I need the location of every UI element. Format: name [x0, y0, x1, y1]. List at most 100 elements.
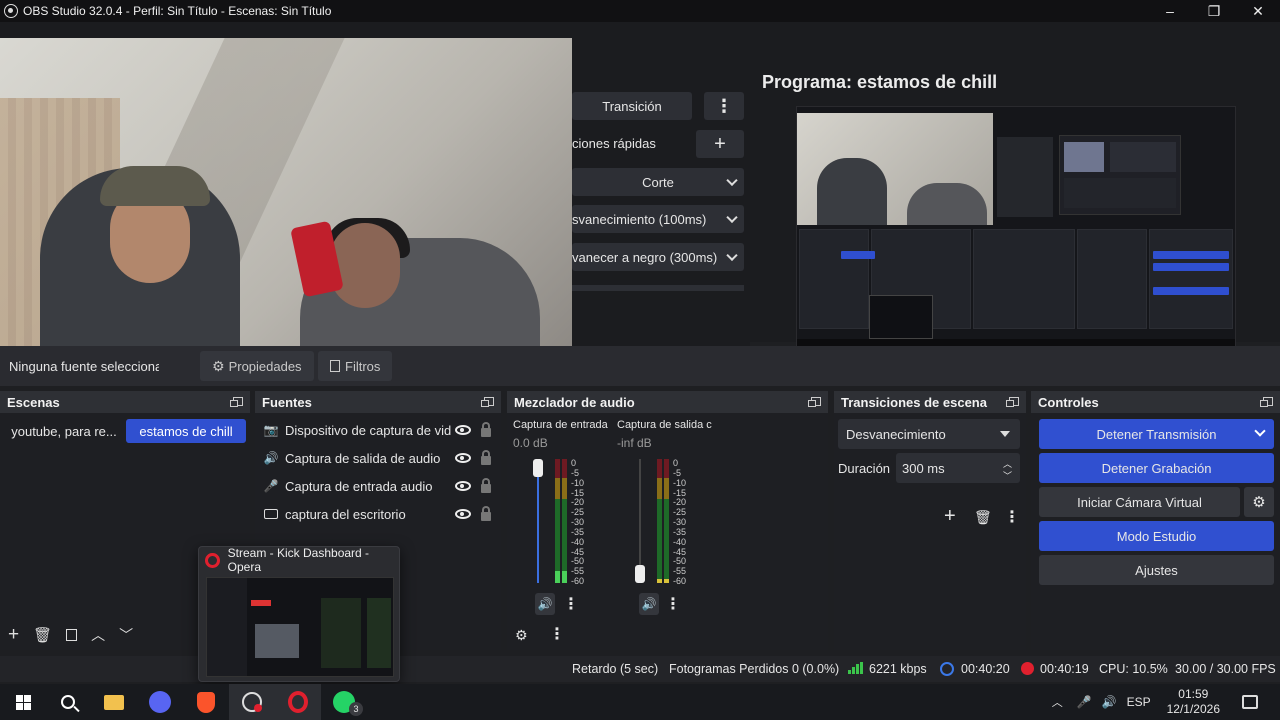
close-button[interactable]: ✕: [1236, 0, 1280, 22]
opera-icon: [205, 552, 220, 568]
streaming-icon: [940, 662, 954, 676]
scene-filters-icon[interactable]: [66, 629, 78, 641]
fader-handle[interactable]: [533, 459, 543, 477]
taskbar-preview-popup[interactable]: Stream - Kick Dashboard - Opera: [198, 546, 400, 682]
lock-icon[interactable]: [481, 450, 491, 465]
source-toolbar: Ninguna fuente seleccionada ⚙Propiedades…: [0, 346, 1280, 386]
lock-icon[interactable]: [481, 422, 491, 437]
language-indicator[interactable]: ESP: [1127, 695, 1151, 709]
move-up-icon[interactable]: ︿: [91, 625, 105, 645]
settings-button[interactable]: Ajustes: [1039, 555, 1274, 585]
start-virtual-camera-button[interactable]: Iniciar Cámara Virtual: [1039, 487, 1240, 517]
program-preview[interactable]: [796, 106, 1236, 354]
quick-transition-fade[interactable]: svanecimiento (100ms): [572, 205, 744, 233]
notifications-icon[interactable]: [1242, 695, 1258, 709]
scene-item-active[interactable]: estamos de chill: [126, 419, 246, 443]
duration-value: 300 ms: [902, 460, 945, 476]
mixer-channel: Captura de entrada 0.0 dB: [513, 419, 611, 450]
webcam-preview[interactable]: [0, 38, 572, 360]
source-label: Captura de salida de audio: [285, 450, 441, 466]
studio-transition-panel: Transición ⋮ ciones rápidas + Corte svan…: [572, 38, 750, 360]
plus-icon: +: [714, 132, 726, 155]
transition-select[interactable]: Desvanecimiento: [838, 419, 1020, 449]
opera-taskbar-button[interactable]: [275, 684, 321, 720]
stop-stream-label: Detener Transmisión: [1096, 426, 1217, 442]
undock-icon[interactable]: [808, 397, 821, 407]
undock-icon[interactable]: [1260, 397, 1273, 407]
brave-button[interactable]: [183, 684, 229, 720]
stop-recording-button[interactable]: Detener Grabación: [1039, 453, 1274, 483]
chevron-up-icon[interactable]: ︿: [1052, 694, 1063, 710]
dropdown-arrow-icon: [1000, 431, 1010, 437]
visibility-eye-icon[interactable]: [455, 453, 471, 463]
windows-logo-icon: [15, 694, 31, 710]
dock-title: Escenas: [7, 394, 60, 410]
volume-meter: [633, 459, 673, 587]
mixer-body: Captura de entrada 0.0 dB 0 -5 -10 -15 -20 -2…: [507, 413, 828, 650]
source-item[interactable]: 📷 Dispositivo de captura de vid: [263, 418, 491, 442]
trash-icon[interactable]: 🗑: [33, 626, 52, 644]
visibility-eye-icon[interactable]: [455, 509, 471, 519]
transition-menu-button[interactable]: ⋮: [704, 92, 744, 120]
add-quick-transition-button[interactable]: +: [696, 130, 744, 158]
virtual-camera-settings-button[interactable]: ⚙: [1244, 487, 1274, 517]
sources-header: Fuentes: [255, 391, 501, 413]
stop-stream-button[interactable]: Detener Transmisión: [1039, 419, 1274, 449]
duration-spinbox[interactable]: 300 ms ︿ ﹀: [896, 453, 1020, 483]
start-button[interactable]: [0, 684, 46, 720]
scene-item[interactable]: youtube, para re...: [6, 419, 122, 443]
obs-taskbar-button[interactable]: [229, 684, 275, 720]
filters-button[interactable]: Filtros: [318, 351, 393, 381]
lock-icon[interactable]: [481, 506, 491, 521]
program-active-scene-marker: [841, 251, 875, 259]
recording-icon: [1021, 662, 1034, 675]
restore-button[interactable]: ❐: [1192, 0, 1236, 22]
properties-button[interactable]: ⚙ Propiedades: [200, 351, 314, 381]
advanced-audio-icon[interactable]: ⚙: [515, 627, 528, 644]
popup-header: Stream - Kick Dashboard - Opera: [199, 546, 399, 574]
channel-menu-button[interactable]: ⋮: [563, 593, 579, 615]
program-dock-thumbnail: [1077, 229, 1147, 329]
undock-icon[interactable]: [481, 397, 494, 407]
transitions-body: Desvanecimiento Duración 300 ms ︿ ﹀ + 🗑 …: [834, 413, 1026, 650]
transition-slider[interactable]: [572, 285, 744, 291]
search-button[interactable]: [45, 684, 91, 720]
properties-label: Propiedades: [228, 358, 302, 374]
quick-transition-fade-black[interactable]: vanecer a negro (300ms): [572, 243, 744, 271]
transition-button[interactable]: Transición: [572, 92, 692, 120]
meter-segment: [664, 459, 669, 478]
mute-button[interactable]: 🔊: [639, 593, 659, 615]
folder-icon: [104, 694, 124, 710]
undock-icon[interactable]: [230, 397, 243, 407]
program-dock-thumbnail: [1149, 229, 1233, 329]
add-icon[interactable]: +: [8, 624, 19, 646]
add-transition-icon[interactable]: +: [944, 505, 956, 528]
channel-menu-button[interactable]: ⋮: [665, 593, 681, 615]
discord-button[interactable]: [137, 684, 183, 720]
quick-transition-cut[interactable]: Corte: [572, 168, 744, 196]
source-item[interactable]: 🎤 Captura de entrada audio: [263, 474, 491, 498]
spin-down-icon[interactable]: ﹀: [1003, 469, 1012, 482]
move-down-icon[interactable]: ﹀: [119, 625, 133, 645]
mixer-menu-icon[interactable]: ⋮: [549, 624, 565, 644]
whatsapp-button[interactable]: 3: [321, 684, 367, 720]
mute-button[interactable]: 🔊: [535, 593, 555, 615]
microphone-icon[interactable]: 🎤: [1077, 695, 1092, 709]
clock-time: 01:59: [1178, 687, 1209, 701]
lock-icon[interactable]: [481, 478, 491, 493]
chevron-down-icon[interactable]: [1254, 425, 1266, 437]
fader-handle[interactable]: [635, 565, 645, 583]
clock[interactable]: 01:59 12/1/2026: [1167, 687, 1220, 717]
minimize-button[interactable]: –: [1148, 0, 1192, 22]
visibility-eye-icon[interactable]: [455, 481, 471, 491]
source-item[interactable]: 🔊 Captura de salida de audio: [263, 446, 491, 470]
trash-icon[interactable]: 🗑: [974, 509, 992, 526]
more-vertical-icon[interactable]: ⋮: [1004, 507, 1020, 527]
whatsapp-badge: 3: [349, 702, 363, 716]
studio-mode-button[interactable]: Modo Estudio: [1039, 521, 1274, 551]
source-item[interactable]: captura del escritorio: [263, 502, 491, 526]
undock-icon[interactable]: [1006, 397, 1019, 407]
file-explorer-button[interactable]: [91, 684, 137, 720]
volume-icon[interactable]: 🔊: [1102, 695, 1117, 709]
visibility-eye-icon[interactable]: [455, 425, 471, 435]
